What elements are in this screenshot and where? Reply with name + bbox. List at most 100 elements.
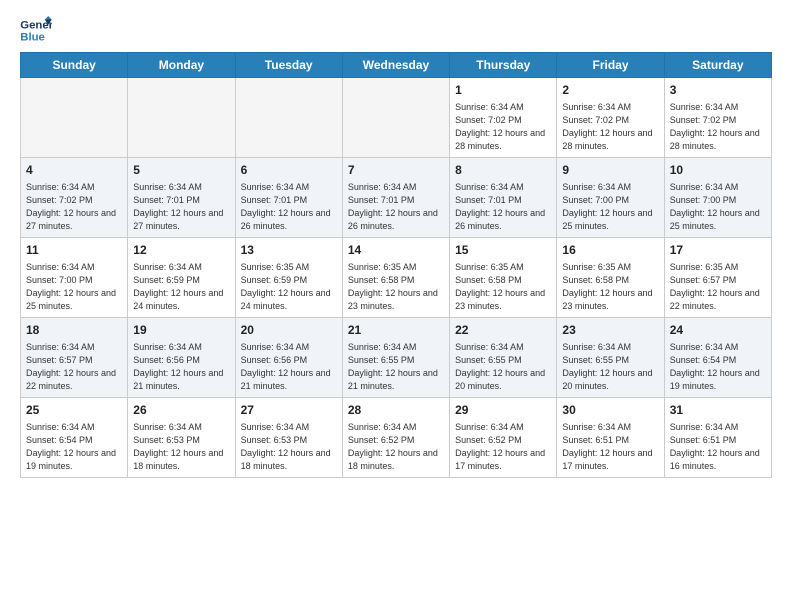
day-info: Sunrise: 6:35 AM Sunset: 6:58 PM Dayligh…: [562, 261, 658, 313]
calendar-cell: 21 Sunrise: 6:34 AM Sunset: 6:55 PM Dayli…: [342, 318, 449, 398]
calendar-cell: 25 Sunrise: 6:34 AM Sunset: 6:54 PM Dayli…: [21, 398, 128, 478]
day-number: 28: [348, 402, 444, 419]
day-number: 31: [670, 402, 766, 419]
page: General Blue SundayMondayTuesdayWednesda…: [0, 0, 792, 612]
calendar-cell: 16 Sunrise: 6:35 AM Sunset: 6:58 PM Dayli…: [557, 238, 664, 318]
day-number: 26: [133, 402, 229, 419]
day-number: 29: [455, 402, 551, 419]
day-number: 11: [26, 242, 122, 259]
weekday-header-tuesday: Tuesday: [235, 53, 342, 78]
day-number: 9: [562, 162, 658, 179]
calendar-cell: 24Sunrise: 6:34 AM Sunset: 6:54 PM Dayli…: [664, 318, 771, 398]
day-number: 16: [562, 242, 658, 259]
calendar-cell: 10 Sunrise: 6:34 AM Sunset: 7:00 PM Dayli…: [664, 158, 771, 238]
calendar-cell: [21, 78, 128, 158]
calendar-cell: 19Sunrise: 6:34 AM Sunset: 6:56 PM Dayli…: [128, 318, 235, 398]
day-number: 20: [241, 322, 337, 339]
day-info: Sunrise: 6:35 AM Sunset: 6:58 PM Dayligh…: [455, 261, 551, 313]
calendar-cell: 2 Sunrise: 6:34 AM Sunset: 7:02 PM Daylig…: [557, 78, 664, 158]
day-number: 2: [562, 82, 658, 99]
day-number: 24: [670, 322, 766, 339]
calendar-cell: 8 Sunrise: 6:34 AM Sunset: 7:01 PM Daylig…: [450, 158, 557, 238]
day-number: 25: [26, 402, 122, 419]
calendar-cell: 15 Sunrise: 6:35 AM Sunset: 6:58 PM Dayli…: [450, 238, 557, 318]
day-info: Sunrise: 6:34 AM Sunset: 6:56 PM Dayligh…: [133, 341, 229, 393]
day-info: Sunrise: 6:34 AM Sunset: 7:02 PM Dayligh…: [455, 101, 551, 153]
calendar-cell: 14 Sunrise: 6:35 AM Sunset: 6:58 PM Dayli…: [342, 238, 449, 318]
calendar-cell: 27 Sunrise: 6:34 AM Sunset: 6:53 PM Dayli…: [235, 398, 342, 478]
calendar-cell: 13Sunrise: 6:35 AM Sunset: 6:59 PM Dayli…: [235, 238, 342, 318]
day-number: 15: [455, 242, 551, 259]
day-info: Sunrise: 6:34 AM Sunset: 7:00 PM Dayligh…: [562, 181, 658, 233]
day-info: Sunrise: 6:34 AM Sunset: 6:53 PM Dayligh…: [133, 421, 229, 473]
calendar-cell: 6 Sunrise: 6:34 AM Sunset: 7:01 PM Daylig…: [235, 158, 342, 238]
day-number: 22: [455, 322, 551, 339]
day-number: 27: [241, 402, 337, 419]
day-number: 6: [241, 162, 337, 179]
calendar-cell: 4Sunrise: 6:34 AM Sunset: 7:02 PM Daylig…: [21, 158, 128, 238]
day-info: Sunrise: 6:34 AM Sunset: 7:00 PM Dayligh…: [26, 261, 122, 313]
day-info: Sunrise: 6:34 AM Sunset: 6:51 PM Dayligh…: [670, 421, 766, 473]
calendar-cell: 23 Sunrise: 6:34 AM Sunset: 6:55 PM Dayli…: [557, 318, 664, 398]
day-number: 12: [133, 242, 229, 259]
day-info: Sunrise: 6:34 AM Sunset: 7:02 PM Dayligh…: [26, 181, 122, 233]
calendar-week-row: 25 Sunrise: 6:34 AM Sunset: 6:54 PM Dayli…: [21, 398, 772, 478]
svg-text:Blue: Blue: [20, 32, 45, 44]
day-number: 18: [26, 322, 122, 339]
day-info: Sunrise: 6:34 AM Sunset: 7:01 PM Dayligh…: [455, 181, 551, 233]
day-info: Sunrise: 6:34 AM Sunset: 7:01 PM Dayligh…: [133, 181, 229, 233]
day-info: Sunrise: 6:34 AM Sunset: 7:02 PM Dayligh…: [562, 101, 658, 153]
day-number: 30: [562, 402, 658, 419]
calendar-cell: 3Sunrise: 6:34 AM Sunset: 7:02 PM Daylig…: [664, 78, 771, 158]
calendar: SundayMondayTuesdayWednesdayThursdayFrid…: [20, 52, 772, 478]
day-number: 23: [562, 322, 658, 339]
day-info: Sunrise: 6:34 AM Sunset: 6:55 PM Dayligh…: [348, 341, 444, 393]
day-number: 17: [670, 242, 766, 259]
day-number: 14: [348, 242, 444, 259]
day-info: Sunrise: 6:34 AM Sunset: 6:55 PM Dayligh…: [455, 341, 551, 393]
calendar-week-row: 4Sunrise: 6:34 AM Sunset: 7:02 PM Daylig…: [21, 158, 772, 238]
weekday-header-sunday: Sunday: [21, 53, 128, 78]
day-info: Sunrise: 6:34 AM Sunset: 7:01 PM Dayligh…: [241, 181, 337, 233]
day-number: 21: [348, 322, 444, 339]
day-info: Sunrise: 6:34 AM Sunset: 6:52 PM Dayligh…: [455, 421, 551, 473]
day-info: Sunrise: 6:34 AM Sunset: 6:52 PM Dayligh…: [348, 421, 444, 473]
calendar-cell: 29 Sunrise: 6:34 AM Sunset: 6:52 PM Dayli…: [450, 398, 557, 478]
calendar-week-row: 18 Sunrise: 6:34 AM Sunset: 6:57 PM Dayli…: [21, 318, 772, 398]
day-number: 1: [455, 82, 551, 99]
calendar-cell: [342, 78, 449, 158]
calendar-cell: 17 Sunrise: 6:35 AM Sunset: 6:57 PM Dayli…: [664, 238, 771, 318]
calendar-cell: 31 Sunrise: 6:34 AM Sunset: 6:51 PM Dayli…: [664, 398, 771, 478]
day-info: Sunrise: 6:35 AM Sunset: 6:58 PM Dayligh…: [348, 261, 444, 313]
weekday-header-row: SundayMondayTuesdayWednesdayThursdayFrid…: [21, 53, 772, 78]
day-number: 5: [133, 162, 229, 179]
day-number: 8: [455, 162, 551, 179]
weekday-header-wednesday: Wednesday: [342, 53, 449, 78]
day-info: Sunrise: 6:34 AM Sunset: 7:00 PM Dayligh…: [670, 181, 766, 233]
weekday-header-saturday: Saturday: [664, 53, 771, 78]
day-info: Sunrise: 6:34 AM Sunset: 6:53 PM Dayligh…: [241, 421, 337, 473]
calendar-cell: 18 Sunrise: 6:34 AM Sunset: 6:57 PM Dayli…: [21, 318, 128, 398]
day-number: 10: [670, 162, 766, 179]
day-info: Sunrise: 6:34 AM Sunset: 6:54 PM Dayligh…: [26, 421, 122, 473]
calendar-cell: 22 Sunrise: 6:34 AM Sunset: 6:55 PM Dayli…: [450, 318, 557, 398]
calendar-cell: 20 Sunrise: 6:34 AM Sunset: 6:56 PM Dayli…: [235, 318, 342, 398]
calendar-cell: 12Sunrise: 6:34 AM Sunset: 6:59 PM Dayli…: [128, 238, 235, 318]
weekday-header-friday: Friday: [557, 53, 664, 78]
day-info: Sunrise: 6:34 AM Sunset: 6:57 PM Dayligh…: [26, 341, 122, 393]
day-info: Sunrise: 6:35 AM Sunset: 6:59 PM Dayligh…: [241, 261, 337, 313]
calendar-week-row: 1 Sunrise: 6:34 AM Sunset: 7:02 PM Daylig…: [21, 78, 772, 158]
day-info: Sunrise: 6:34 AM Sunset: 7:02 PM Dayligh…: [670, 101, 766, 153]
day-info: Sunrise: 6:34 AM Sunset: 6:51 PM Dayligh…: [562, 421, 658, 473]
day-info: Sunrise: 6:34 AM Sunset: 6:55 PM Dayligh…: [562, 341, 658, 393]
weekday-header-thursday: Thursday: [450, 53, 557, 78]
calendar-cell: [128, 78, 235, 158]
calendar-week-row: 11 Sunrise: 6:34 AM Sunset: 7:00 PM Dayli…: [21, 238, 772, 318]
day-info: Sunrise: 6:34 AM Sunset: 6:56 PM Dayligh…: [241, 341, 337, 393]
day-info: Sunrise: 6:35 AM Sunset: 6:57 PM Dayligh…: [670, 261, 766, 313]
calendar-cell: 9 Sunrise: 6:34 AM Sunset: 7:00 PM Daylig…: [557, 158, 664, 238]
calendar-cell: 26 Sunrise: 6:34 AM Sunset: 6:53 PM Dayli…: [128, 398, 235, 478]
weekday-header-monday: Monday: [128, 53, 235, 78]
calendar-cell: [235, 78, 342, 158]
header: General Blue: [20, 16, 772, 44]
